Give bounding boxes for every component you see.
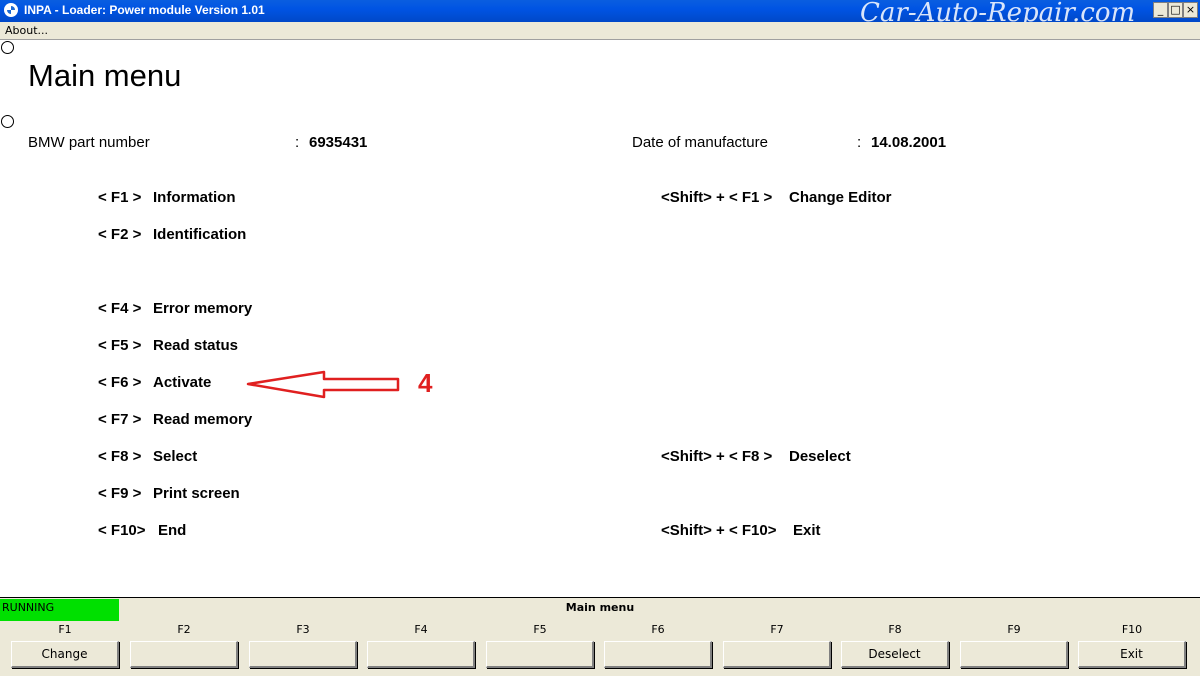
part-number-label: BMW part number: [28, 134, 150, 151]
menu-line-print-screen: < F9 > Print screen: [98, 485, 240, 502]
function-key: < F2 >: [98, 226, 142, 243]
menu-line-change-editor: <Shift> + < F1 > Change Editor: [661, 189, 892, 206]
close-button[interactable]: ×: [1183, 2, 1198, 18]
manufacture-date-label: Date of manufacture: [632, 134, 768, 151]
part-number-separator: :: [295, 134, 300, 151]
fkey-label-f1: F1: [58, 623, 72, 636]
function-key: < F10>: [98, 522, 146, 539]
function-label: Select: [153, 448, 198, 465]
main-content: Main menu BMW part number : 6935431 Date…: [0, 40, 1200, 597]
fkey-label-f8: F8: [888, 623, 902, 636]
function-label: Information: [153, 189, 236, 206]
function-label: Activate: [153, 374, 212, 391]
window-title: INPA - Loader: Power module Version 1.01: [24, 3, 265, 17]
arrow-left-icon: 4: [246, 370, 433, 399]
radio-button[interactable]: [1, 41, 14, 54]
fkey-label-f4: F4: [414, 623, 428, 636]
function-key: <Shift> + < F10>: [661, 522, 777, 539]
menu-line-end: < F10> End: [98, 522, 186, 539]
menu-line-read-status: < F5 > Read status: [98, 337, 238, 354]
function-label: Read status: [153, 337, 239, 354]
minimize-button[interactable]: _: [1153, 2, 1168, 18]
function-key: < F9 >: [98, 485, 142, 502]
panel-title: Main menu: [565, 601, 635, 614]
menu-line-select: < F8 > Select: [98, 448, 197, 465]
menu-line-error-memory: < F4 > Error memory: [98, 300, 252, 317]
f2-button[interactable]: [130, 641, 238, 668]
f7-button[interactable]: [723, 641, 831, 668]
manufacture-date-separator: :: [857, 134, 862, 151]
f3-button[interactable]: [249, 641, 357, 668]
function-key: <Shift> + < F8 >: [661, 448, 773, 465]
title-bar[interactable]: INPA - Loader: Power module Version 1.01…: [0, 0, 1200, 28]
maximize-button[interactable]: □: [1168, 2, 1183, 18]
fkey-label-f10: F10: [1121, 623, 1143, 636]
menu-line-read-memory: < F7 > Read memory: [98, 411, 252, 428]
f8-deselect-button[interactable]: Deselect: [841, 641, 949, 668]
menu-line-identification: < F2 > Identification: [98, 226, 246, 243]
f1-change-button[interactable]: Change: [11, 641, 119, 668]
function-key: < F1 >: [98, 189, 142, 206]
fkey-label-f5: F5: [533, 623, 547, 636]
menu-line-deselect: <Shift> + < F8 > Deselect: [661, 448, 851, 465]
f4-button[interactable]: [367, 641, 475, 668]
menu-line-exit: <Shift> + < F10> Exit: [661, 522, 821, 539]
function-key: < F5 >: [98, 337, 142, 354]
function-key: <Shift> + < F1 >: [661, 189, 773, 206]
function-label: Change Editor: [789, 189, 892, 206]
fkey-label-f9: F9: [1007, 623, 1021, 636]
function-label: Identification: [153, 226, 247, 243]
page-title: Main menu: [28, 58, 182, 93]
function-label: End: [158, 522, 187, 539]
menu-about[interactable]: About...: [5, 24, 48, 37]
function-key: < F7 >: [98, 411, 142, 428]
function-key: < F8 >: [98, 448, 142, 465]
function-key-panel: RUNNING Main menu F1 F2 F3 F4 F5 F6 F7 F…: [0, 597, 1200, 676]
bmw-logo-icon: [4, 3, 18, 17]
fkey-label-f6: F6: [651, 623, 665, 636]
f9-button[interactable]: [960, 641, 1068, 668]
annotation-number: 4: [418, 370, 433, 398]
function-label: Error memory: [153, 300, 253, 317]
fkey-label-f2: F2: [177, 623, 191, 636]
f10-exit-button[interactable]: Exit: [1078, 641, 1186, 668]
function-label: Read memory: [153, 411, 253, 428]
radio-button[interactable]: [1, 115, 14, 128]
menu-bar: About...: [0, 22, 1200, 40]
f5-button[interactable]: [486, 641, 594, 668]
function-key: < F6 >: [98, 374, 142, 391]
function-label: Deselect: [789, 448, 851, 465]
part-number-value: 6935431: [309, 134, 368, 151]
function-label: Print screen: [153, 485, 240, 502]
function-label: Exit: [793, 522, 821, 539]
manufacture-date-value: 14.08.2001: [871, 134, 947, 151]
f6-button[interactable]: [604, 641, 712, 668]
fkey-label-f3: F3: [296, 623, 310, 636]
fkey-label-f7: F7: [770, 623, 784, 636]
function-key: < F4 >: [98, 300, 142, 317]
menu-line-information: < F1 > Information: [98, 189, 236, 206]
menu-line-activate: < F6 > Activate: [98, 374, 211, 391]
